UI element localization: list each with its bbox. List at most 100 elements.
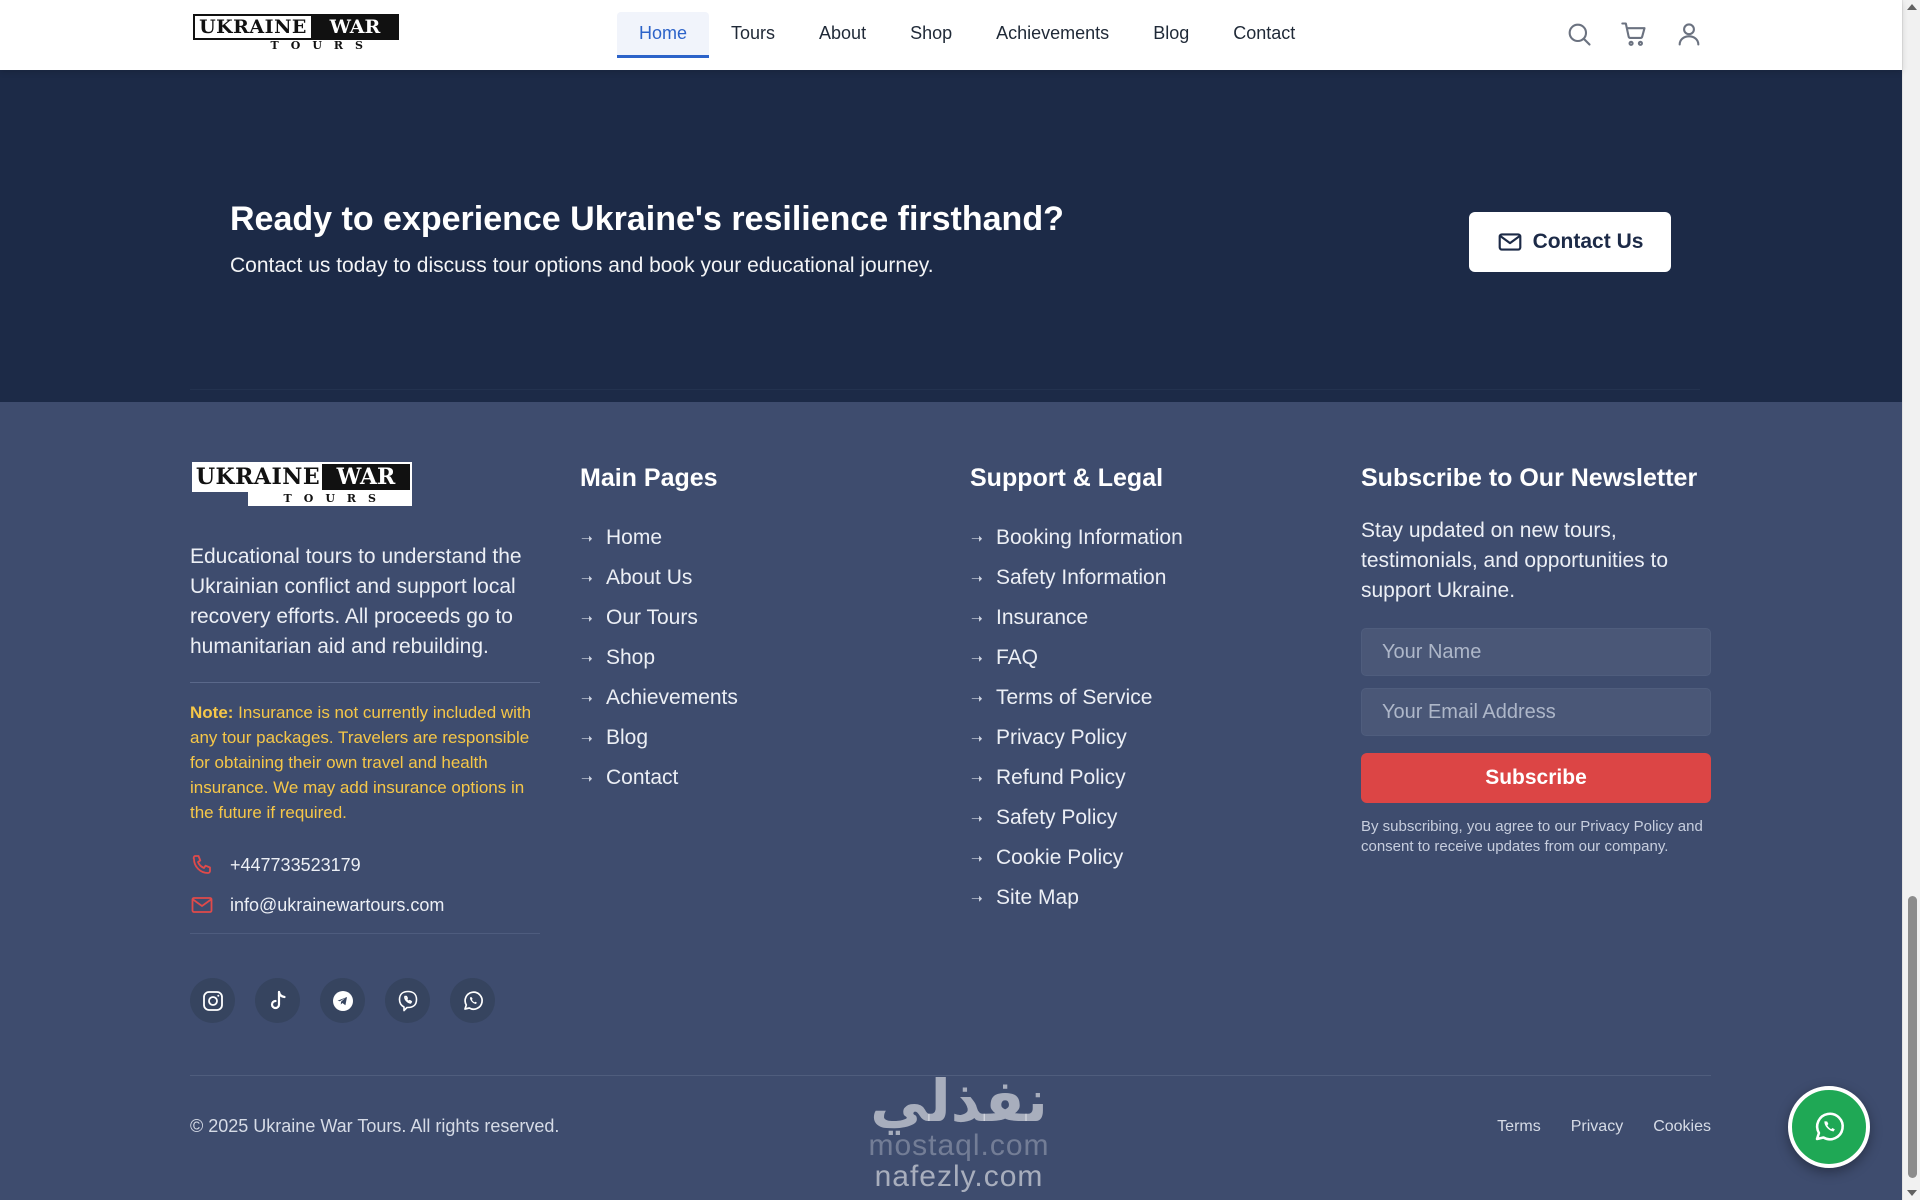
arrow-right-icon: ➝ <box>581 769 593 786</box>
arrow-right-icon: ➝ <box>581 649 593 666</box>
social-links <box>190 978 495 1023</box>
nav-achievements[interactable]: Achievements <box>974 12 1131 58</box>
newsletter-description: Stay updated on new tours, testimonials,… <box>1361 519 1669 602</box>
footer-link-label: Our Tours <box>606 606 698 629</box>
watermark: نفذلي mostaql.com nafezly.com <box>843 1070 1075 1200</box>
instagram-icon[interactable] <box>190 978 235 1023</box>
arrow-right-icon: ➝ <box>971 889 983 906</box>
logo-word-ukraine: UKRAINE <box>193 14 311 40</box>
footer-link-our-tours[interactable]: ➝ Our Tours <box>581 598 738 638</box>
cart-icon[interactable] <box>1620 20 1648 48</box>
footer-description: Educational tours to understand the Ukra… <box>190 545 522 658</box>
footer-logo-word-war: WAR <box>322 462 412 492</box>
footer-link-safety-policy[interactable]: ➝ Safety Policy <box>971 798 1183 838</box>
footer-logo[interactable]: UKRAINE WAR TOURS <box>192 462 412 506</box>
arrow-right-icon: ➝ <box>971 609 983 626</box>
footer-link-achievements[interactable]: ➝ Achievements <box>581 678 738 718</box>
whatsapp-icon <box>1815 1112 1844 1141</box>
contact-us-label: Contact Us <box>1532 230 1644 253</box>
mail-icon <box>1498 233 1521 251</box>
site-footer: UKRAINE WAR TOURS Educational tours to u… <box>0 402 1902 1200</box>
main-nav: Home Tours About Shop Achievements Blog … <box>617 12 1317 58</box>
tiktok-icon[interactable] <box>255 978 300 1023</box>
footer-link-cookie-policy[interactable]: ➝ Cookie Policy <box>971 838 1183 878</box>
footer-link-safety-information[interactable]: ➝ Safety Information <box>971 558 1183 598</box>
user-icon[interactable] <box>1675 20 1703 48</box>
footer-link-about-us[interactable]: ➝ About Us <box>581 558 738 598</box>
nav-tours[interactable]: Tours <box>709 12 797 58</box>
telegram-icon[interactable] <box>320 978 365 1023</box>
footer-link-terms-of-service[interactable]: ➝ Terms of Service <box>971 678 1183 718</box>
support-legal-list: ➝ Booking Information ➝ Safety Information… <box>971 518 1183 918</box>
footer-link-privacy-policy[interactable]: ➝ Privacy Policy <box>971 718 1183 758</box>
newsletter-legal: By subscribing, you agree to our Privacy… <box>1361 818 1703 855</box>
footer-link-insurance[interactable]: ➝ Insurance <box>971 598 1183 638</box>
scroll-down-arrow[interactable] <box>1907 1190 1917 1196</box>
legal-links: Terms Privacy Cookies <box>1497 1118 1711 1136</box>
subscribe-button[interactable]: Subscribe <box>1361 753 1711 803</box>
arrow-right-icon: ➝ <box>971 649 983 666</box>
nav-shop[interactable]: Shop <box>888 12 974 58</box>
arrow-right-icon: ➝ <box>581 609 593 626</box>
footer-link-contact[interactable]: ➝ Contact <box>581 758 738 798</box>
insurance-note-label: Note: <box>190 703 234 722</box>
viber-icon[interactable] <box>385 978 430 1023</box>
watermark-line-2: nafezly.com <box>874 1160 1044 1193</box>
footer-link-label: Site Map <box>996 886 1079 909</box>
watermark-line-1: mostaql.com <box>868 1129 1050 1162</box>
footer-link-site-map[interactable]: ➝ Site Map <box>971 878 1183 918</box>
footer-link-label: Cookie Policy <box>996 846 1124 869</box>
nav-about[interactable]: About <box>797 12 888 58</box>
footer-link-home[interactable]: ➝ Home <box>581 518 738 558</box>
insurance-note-text: Insurance is not currently included with… <box>190 703 532 822</box>
footer-link-label: Achievements <box>606 686 738 709</box>
search-icon[interactable] <box>1565 20 1593 48</box>
footer-link-label: Blog <box>606 726 649 749</box>
footer-link-shop[interactable]: ➝ Shop <box>581 638 738 678</box>
arrow-right-icon: ➝ <box>971 809 983 826</box>
scroll-up-arrow[interactable] <box>1907 4 1917 10</box>
arrow-right-icon: ➝ <box>581 569 593 586</box>
newsletter-title: Subscribe to Our Newsletter <box>1361 464 1698 492</box>
contact-us-button[interactable]: Contact Us <box>1469 212 1671 272</box>
newsletter-email-input[interactable]: Your Email Address <box>1361 688 1711 736</box>
footer-link-label: Contact <box>606 766 679 789</box>
footer-link-refund-policy[interactable]: ➝ Refund Policy <box>971 758 1183 798</box>
footer-link-label: About Us <box>606 566 693 589</box>
arrow-right-icon: ➝ <box>971 769 983 786</box>
footer-link-faq[interactable]: ➝ FAQ <box>971 638 1183 678</box>
bottom-link-cookies[interactable]: Cookies <box>1653 1118 1711 1136</box>
footer-link-blog[interactable]: ➝ Blog <box>581 718 738 758</box>
main-pages-list: ➝ Home ➝ About Us ➝ Our Tours ➝ Shop ➝ Achiev… <box>581 518 738 798</box>
newsletter-name-input[interactable]: Your Name <box>1361 628 1711 676</box>
bottom-link-privacy[interactable]: Privacy <box>1571 1118 1623 1136</box>
whatsapp-float-button[interactable] <box>1788 1086 1870 1168</box>
scroll-thumb[interactable] <box>1908 896 1917 1178</box>
site-logo[interactable]: UKRAINE WAR TOURS <box>193 14 399 52</box>
footer-link-label: Safety Information <box>996 566 1167 589</box>
footer-link-label: Safety Policy <box>996 806 1118 829</box>
contact-phone[interactable]: +447733523179 <box>190 853 361 877</box>
contact-email[interactable]: info@ukrainewartours.com <box>190 893 444 917</box>
footer-divider <box>190 682 540 683</box>
whatsapp-icon[interactable] <box>450 978 495 1023</box>
copyright: © 2025 Ukraine War Tours. All rights res… <box>190 1116 560 1136</box>
nav-blog[interactable]: Blog <box>1131 12 1211 58</box>
arrow-right-icon: ➝ <box>971 529 983 546</box>
page-scrollbar[interactable] <box>1902 0 1920 1200</box>
footer-logo-word-ukraine: UKRAINE <box>192 462 322 492</box>
top-navbar: UKRAINE WAR TOURS Home Tours About Shop … <box>0 0 1902 70</box>
logo-word-tours: TOURS <box>270 39 375 52</box>
footer-link-label: Shop <box>606 646 656 669</box>
footer-link-booking-information[interactable]: ➝ Booking Information <box>971 518 1183 558</box>
email-icon <box>191 897 213 913</box>
main-pages-title: Main Pages <box>580 464 718 492</box>
cta-subtitle: Contact us today to discuss tour options… <box>230 254 934 277</box>
arrow-right-icon: ➝ <box>581 689 593 706</box>
footer-divider-2 <box>190 933 540 934</box>
bottom-link-terms[interactable]: Terms <box>1497 1118 1541 1136</box>
nav-contact[interactable]: Contact <box>1211 12 1317 58</box>
footer-link-label: Insurance <box>996 606 1089 629</box>
watermark-arabic: نفذلي <box>870 1067 1048 1135</box>
nav-home[interactable]: Home <box>617 12 710 58</box>
